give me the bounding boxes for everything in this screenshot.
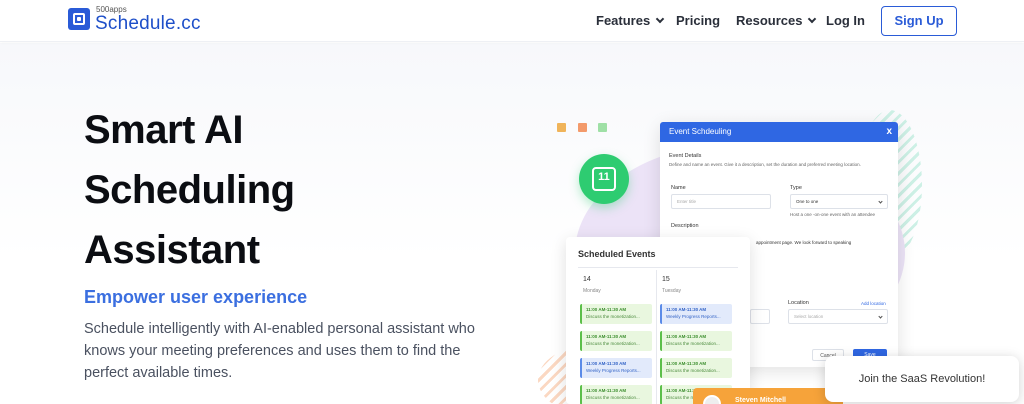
day-name: Tuesday [662, 288, 681, 294]
day-name: Monday [583, 288, 601, 294]
event-time: 11:00 AM-11:30 AM [586, 307, 627, 312]
nav-login-label: Log In [826, 13, 865, 28]
location-label: Location [788, 300, 809, 306]
name-label: Name [671, 185, 686, 191]
event-card: 11:00 AM-11:30 AM Discuss the monetizatio… [660, 358, 732, 378]
day-number: 15 [662, 276, 670, 283]
event-text: Weekly Progress Reports... [666, 314, 721, 319]
event-time: 11:00 AM-11:30 AM [666, 361, 707, 366]
type-select: One to one [790, 194, 888, 209]
chevron-down-icon [878, 314, 883, 319]
scheduled-events-card: Scheduled Events 14 Monday 15 Tuesday 11… [566, 237, 750, 404]
hero-title-line-2: Scheduling [84, 168, 295, 212]
signup-button[interactable]: Sign Up [881, 6, 957, 36]
event-text: Discuss the monetization... [666, 341, 720, 346]
event-time: 11:00 AM-11:30 AM [586, 361, 627, 366]
event-text: Discuss the monetization... [586, 395, 640, 400]
chat-widget[interactable]: Join the SaaS Revolution! [825, 356, 1019, 402]
description-label: Description [671, 223, 699, 229]
type-label: Type [790, 185, 802, 191]
name-input: Enter title [671, 194, 771, 209]
calendar-icon-number: 11 [598, 171, 610, 183]
event-card: 11:00 AM-11:30 AM Weekly Progress Reports… [660, 304, 732, 324]
modal-title: Event Schdeuling [669, 127, 732, 136]
event-text: Weekly Progress Reports... [586, 368, 641, 373]
location-select-placeholder: Select location [794, 314, 824, 319]
chevron-down-icon [878, 199, 883, 204]
avatar [703, 395, 721, 404]
nav-features[interactable]: Features [596, 13, 665, 28]
logo-text[interactable]: Schedule.cc [95, 13, 201, 35]
event-card: 11:00 AM-11:30 AM Discuss the monetizatio… [660, 331, 732, 351]
modal-section-desc: Define and name an event. Give it a desc… [669, 162, 861, 167]
nav-features-label: Features [596, 13, 651, 28]
event-time: 11:00 AM-11:30 AM [666, 307, 707, 312]
event-card: 11:00 AM-11:30 AM Weekly Progress Reports… [580, 358, 652, 378]
nav-pricing-label: Pricing [676, 13, 721, 28]
description-text: appointment page. We look forward to spe… [756, 240, 852, 245]
type-hint: Host a one -on-one event with an attende… [790, 212, 876, 217]
decor-square [578, 123, 587, 132]
nav-pricing[interactable]: Pricing [676, 13, 720, 28]
event-card: 11:00 AM-11:30 AM Discuss the monetizatio… [580, 304, 652, 324]
logo-icon[interactable] [68, 8, 90, 30]
hero-title-line-3: Assistant [84, 228, 260, 272]
add-location-link: Add location [861, 301, 886, 306]
divider [656, 270, 657, 404]
chevron-down-icon [808, 14, 817, 24]
duration-input [750, 309, 770, 324]
calendar-icon: 11 [579, 154, 629, 204]
nav-login[interactable]: Log In [826, 13, 865, 28]
top-navbar: 500apps Schedule.cc Features Pricing Res… [0, 0, 1024, 42]
events-title: Scheduled Events [578, 249, 656, 259]
person-name: Steven Mitchell [735, 397, 786, 404]
decor-square [557, 123, 566, 132]
close-icon: x [886, 126, 892, 137]
location-select: Select location [788, 309, 888, 324]
type-select-value: One to one [796, 199, 819, 204]
decor-square [598, 123, 607, 132]
event-text: Discuss the monetization... [666, 368, 720, 373]
event-text: Discuss the monetization... [586, 314, 640, 319]
nav-resources[interactable]: Resources [736, 13, 817, 28]
nav-resources-label: Resources [736, 13, 803, 28]
modal-section-title: Event Details [669, 153, 702, 159]
event-time: 11:00 AM-11:30 AM [586, 388, 627, 393]
event-time: 11:00 AM-11:30 AM [586, 334, 627, 339]
chevron-down-icon [655, 14, 665, 24]
hero-title-line-1: Smart AI [84, 108, 244, 152]
divider [578, 267, 738, 268]
event-card: 11:00 AM-11:30 AM Discuss the monetizatio… [580, 331, 652, 351]
person-card: Steven Mitchell [693, 388, 843, 404]
hero-description: Schedule intelligently with AI-enabled p… [84, 321, 475, 381]
event-card: 11:00 AM-11:30 AM Discuss the monetizatio… [580, 385, 652, 404]
event-time: 11:00 AM-11:30 AM [666, 334, 707, 339]
event-text: Discuss the monetization... [586, 341, 640, 346]
hero-subtitle: Empower user experience [84, 287, 308, 307]
day-number: 14 [583, 276, 591, 283]
modal-header: Event Schdeuling x [660, 122, 898, 142]
